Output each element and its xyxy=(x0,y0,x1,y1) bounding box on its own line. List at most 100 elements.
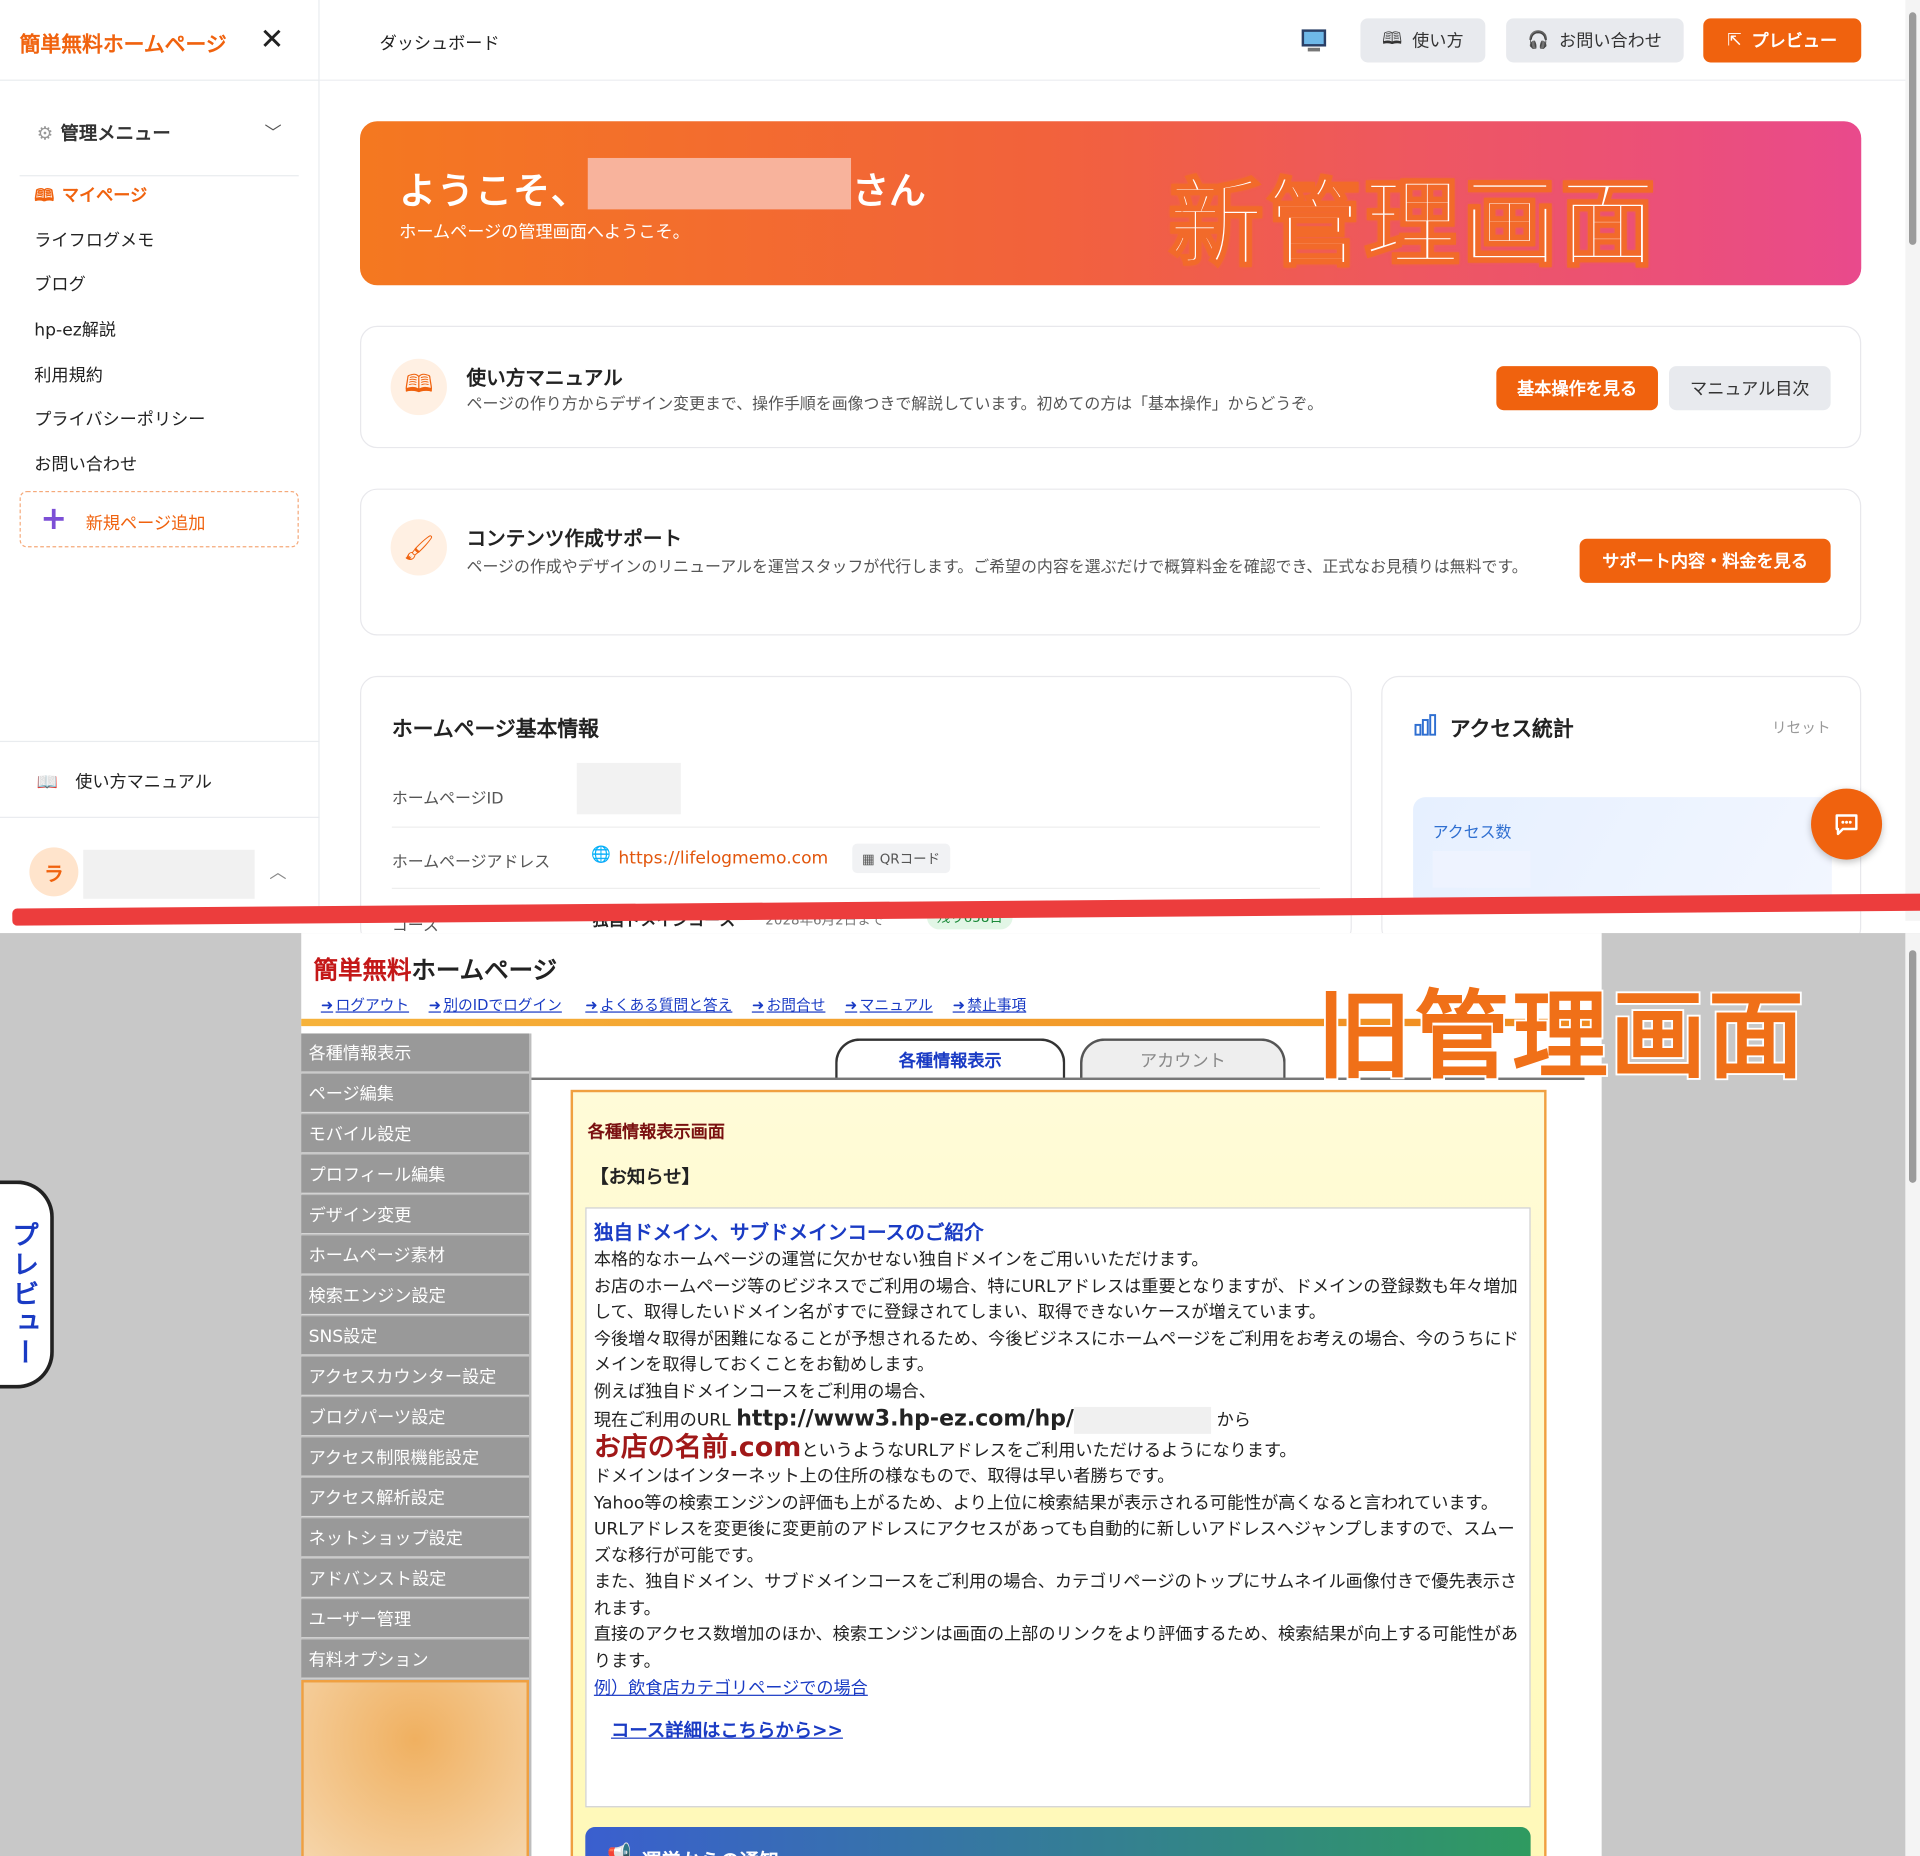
sidebar-manual-link[interactable]: 📖 使い方マニュアル xyxy=(37,769,212,793)
manual-toc-button[interactable]: マニュアル目次 xyxy=(1668,366,1831,411)
divider xyxy=(391,826,1321,828)
nav-manual[interactable]: ➜ マニュアル xyxy=(845,994,933,1015)
sidebar-item-hpez[interactable]: hp-ez解説 xyxy=(34,317,116,341)
nav-label: 禁止事項 xyxy=(967,996,1027,1014)
operator-notice-header: 📢 運営からの通知 xyxy=(585,1826,1531,1856)
howto-button[interactable]: 🕮 使い方 xyxy=(1360,18,1486,63)
close-icon[interactable]: ✕ xyxy=(260,22,285,56)
old-menu-item[interactable]: ホームページ素材 xyxy=(301,1235,529,1275)
manual-card-title: 使い方マニュアル xyxy=(466,366,623,390)
article-paragraph: URLアドレスを変更後に変更前のアドレスにアクセスがあっても自動的に新しいアドレ… xyxy=(593,1519,1515,1566)
url-redacted xyxy=(1073,1406,1212,1434)
url-suffix: から xyxy=(1216,1410,1251,1431)
old-menu-item[interactable]: ネットショップ設定 xyxy=(301,1518,529,1558)
example-link[interactable]: 例）飲食店カテゴリページでの場合 xyxy=(594,1675,1522,1699)
headset-icon: 🎧 xyxy=(1527,30,1550,51)
old-logo[interactable]: 簡単無料ホームページ xyxy=(313,950,557,986)
banner-suffix: さん xyxy=(852,170,926,214)
old-menu-item[interactable]: アクセス制限機能設定 xyxy=(301,1437,529,1477)
old-menu-item[interactable]: アクセス解析設定 xyxy=(301,1477,529,1518)
article-paragraph: 今後増々取得が困難になることが予想されるため、今後ビジネスにホームページをご利用… xyxy=(593,1329,1519,1376)
contact-button[interactable]: 🎧 お問い合わせ xyxy=(1506,18,1684,63)
add-page-label: 新規ページ追加 xyxy=(85,514,206,534)
breadcrumb: ダッシュボード xyxy=(379,34,500,54)
homepage-url-link[interactable]: https://lifelogmemo.com xyxy=(618,849,828,869)
homepage-id-label: ホームページID xyxy=(391,789,504,809)
chevron-up-icon[interactable]: ︿ xyxy=(269,860,286,884)
scrollbar[interactable] xyxy=(1905,933,1920,1856)
shop-domain-text: というようなURLアドレスをご利用いただけるようになります。 xyxy=(801,1440,1297,1461)
old-menu-item[interactable]: SNS設定 xyxy=(301,1316,529,1356)
support-card-title: コンテンツ作成サポート xyxy=(466,526,683,550)
old-menu-banner-image[interactable] xyxy=(301,1680,529,1856)
nav-contact[interactable]: ➜ お問合せ xyxy=(752,994,826,1015)
old-menu-item[interactable]: アドバンスト設定 xyxy=(301,1558,529,1598)
book-icon: 🕮 xyxy=(34,186,55,206)
nav-prohibited[interactable]: ➜ 禁止事項 xyxy=(953,994,1027,1015)
admin-menu-toggle[interactable]: ⚙ 管理メニュー xyxy=(37,120,171,146)
chat-button[interactable] xyxy=(1811,788,1883,860)
info-panel: 各種情報表示画面 【お知らせ】 独自ドメイン、サブドメインコースのご紹介 本格的… xyxy=(570,1089,1547,1856)
howto-label: 使い方 xyxy=(1412,31,1464,52)
sidebar-item-lifelog[interactable]: ライフログメモ xyxy=(34,228,154,252)
old-menu-item[interactable]: 有料オプション xyxy=(301,1639,529,1679)
support-pricing-button[interactable]: サポート内容・料金を見る xyxy=(1579,538,1831,583)
sidebar-item-label: マイページ xyxy=(61,186,148,206)
reset-link[interactable]: リセット xyxy=(1772,716,1831,737)
nav-other-login[interactable]: ➜ 別のIDでログイン xyxy=(429,994,562,1015)
old-menu-item[interactable]: ページ編集 xyxy=(301,1073,529,1114)
old-menu-item[interactable]: ブログパーツ設定 xyxy=(301,1397,529,1437)
old-admin-screen: 簡単無料ホームページ ➜ ログアウト ➜ 別のIDでログイン ➜ よくある質問と答え … xyxy=(0,933,1920,1856)
old-menu-item[interactable]: モバイル設定 xyxy=(301,1114,529,1154)
access-count-redacted xyxy=(1432,851,1531,888)
nav-logout[interactable]: ➜ ログアウト xyxy=(321,994,409,1015)
old-menu-item[interactable]: プロフィール編集 xyxy=(301,1154,529,1194)
article-url-line: 現在ご利用のURL http://www3.hp-ez.com/hp/ から xyxy=(594,1406,1522,1435)
sidebar-item-mypage[interactable]: 🕮 マイページ xyxy=(34,182,147,211)
article-paragraph: 例えば独自ドメインコースをご利用の場合、 xyxy=(593,1381,936,1402)
qr-code-button[interactable]: ▦ QRコード xyxy=(852,843,950,874)
scrollbar-thumb[interactable] xyxy=(1908,12,1917,245)
nav-label: マニュアル xyxy=(859,996,933,1014)
avatar[interactable]: ラ xyxy=(29,847,79,897)
preview-button[interactable]: ⇱ プレビュー xyxy=(1703,18,1862,63)
tab-info-display[interactable]: 各種情報表示 xyxy=(835,1038,1066,1081)
url-prefix: 現在ご利用のURL xyxy=(593,1410,731,1431)
article-paragraph: お店のホームページ等のビジネスでご利用の場合、特にURLアドレスは重要となります… xyxy=(593,1276,1518,1323)
basic-ops-button[interactable]: 基本操作を見る xyxy=(1496,366,1658,411)
brush-icon: 🖌 xyxy=(390,519,447,576)
article-paragraph: Yahoo等の検索エンジンの評価も上がるため、より上位に検索結果が表示される可能… xyxy=(593,1493,1499,1513)
manual-card-desc: ページの作り方からデザイン変更まで、操作手順を画像つきで解説しています。初めての… xyxy=(466,395,1324,414)
scrollbar-thumb[interactable] xyxy=(1908,950,1917,1183)
basic-info-title: ホームページ基本情報 xyxy=(391,717,599,743)
sidebar-item-terms[interactable]: 利用規約 xyxy=(34,362,103,386)
new-admin-screen: 簡単無料ホームページ ✕ ⚙ 管理メニュー ﹀ 🕮 マイページ ライフログメモ ブロ… xyxy=(0,0,1920,946)
plus-icon: + xyxy=(40,500,68,538)
brand-logo[interactable]: 簡単無料ホームページ xyxy=(20,27,227,57)
scrollbar[interactable] xyxy=(1905,0,1920,921)
notice-label: 【お知らせ】 xyxy=(590,1165,701,1188)
old-logo-black: ホームページ xyxy=(411,955,558,985)
sidebar-manual-label: 使い方マニュアル xyxy=(75,772,212,793)
course-detail-link[interactable]: コース詳細はこちらから>> xyxy=(611,1717,1522,1743)
contact-label: お問い合わせ xyxy=(1559,31,1662,52)
chevron-down-icon[interactable]: ﹀ xyxy=(264,120,281,144)
preview-side-tab[interactable]: プレビュー xyxy=(0,1180,54,1389)
add-page-button[interactable]: + 新規ページ追加 xyxy=(19,491,299,548)
tab-account[interactable]: アカウント xyxy=(1080,1038,1286,1081)
old-menu-item[interactable]: アクセスカウンター設定 xyxy=(301,1356,529,1396)
old-menu-item[interactable]: デザイン変更 xyxy=(301,1195,529,1235)
sidebar-item-contact[interactable]: お問い合わせ xyxy=(34,452,137,476)
nav-label: ログアウト xyxy=(335,996,410,1014)
old-menu-item[interactable]: 各種情報表示 xyxy=(301,1033,529,1073)
sidebar-item-privacy[interactable]: プライバシーポリシー xyxy=(34,407,205,431)
nav-label: お問合せ xyxy=(766,996,826,1014)
nav-faq[interactable]: ➜ よくある質問と答え xyxy=(585,994,732,1015)
old-menu-item[interactable]: 検索エンジン設定 xyxy=(301,1275,529,1316)
old-menu-item[interactable]: ユーザー管理 xyxy=(301,1599,529,1639)
sidebar-item-blog[interactable]: ブログ xyxy=(34,272,85,296)
article-paragraph: 本格的なホームページの運営に欠かせない独自ドメインをご用いいただけます。 xyxy=(593,1250,1209,1270)
monitor-icon[interactable] xyxy=(1300,27,1327,54)
notice-article: 独自ドメイン、サブドメインコースのご紹介 本格的なホームページの運営に欠かせない… xyxy=(585,1207,1531,1808)
info-panel-title: 各種情報表示画面 xyxy=(587,1122,725,1143)
